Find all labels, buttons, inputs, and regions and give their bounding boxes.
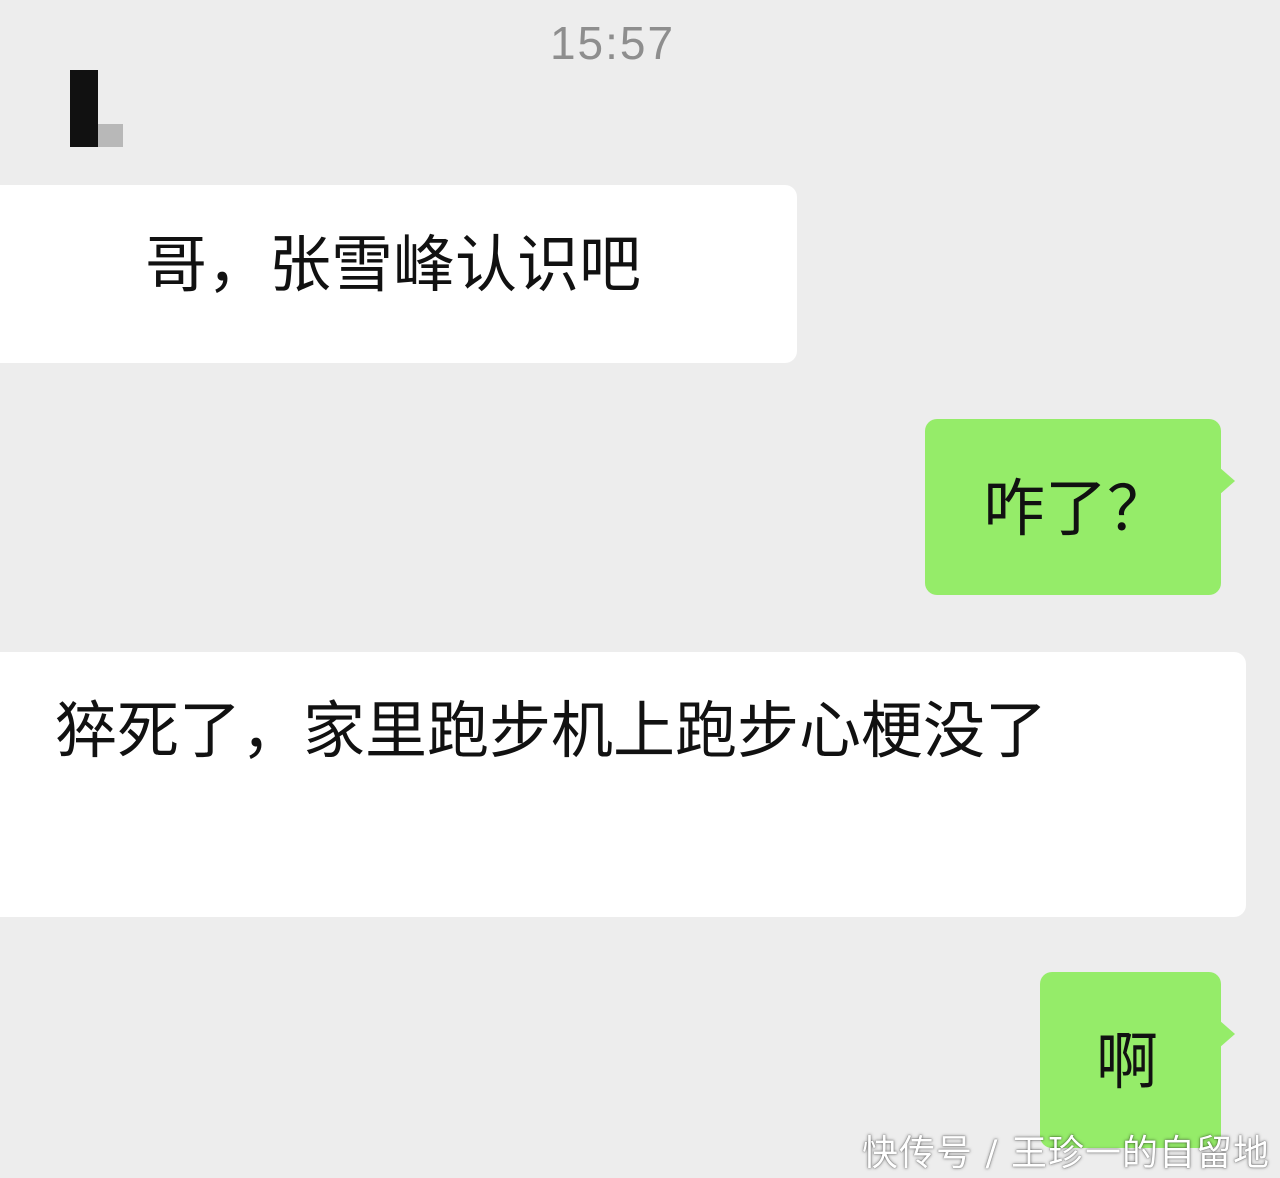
message-text: 哥，张雪峰认识吧 [145, 228, 642, 301]
message-incoming-2[interactable]: 猝死了，家里跑步机上跑步心梗没了 [0, 652, 1246, 917]
message-outgoing-2[interactable]: 啊 [1040, 972, 1235, 1148]
message-text: 啊 [1096, 1025, 1159, 1098]
sender-mark-square [98, 124, 123, 147]
message-incoming-1[interactable]: 哥，张雪峰认识吧 [0, 185, 797, 363]
sender-mark-bar [70, 70, 98, 147]
chat-timestamp: 15:57 [549, 17, 676, 69]
message-outgoing-1[interactable]: 咋了？ [925, 419, 1235, 595]
message-text: 咋了？ [983, 472, 1170, 545]
watermark: 快传号 / 王珍一的自留地 [861, 1133, 1270, 1174]
message-text: 猝死了，家里跑步机上跑步心梗没了 [55, 694, 1048, 767]
